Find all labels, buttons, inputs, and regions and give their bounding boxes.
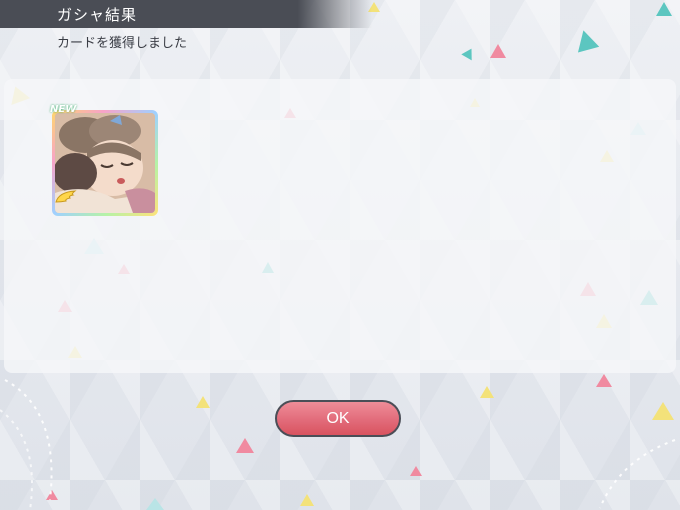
confetti-triangle <box>490 44 506 58</box>
confetti-triangle <box>480 386 494 398</box>
confetti-triangle <box>300 494 314 506</box>
sparkle-arc-left <box>0 379 53 510</box>
page-title: ガシャ結果 <box>57 6 138 24</box>
confetti-triangle <box>410 466 422 476</box>
confetti-triangle <box>656 2 672 16</box>
wing-icon <box>55 190 77 203</box>
new-badge: NEW <box>50 104 77 115</box>
header-bar <box>0 0 372 28</box>
confetti-triangle <box>236 438 254 453</box>
confetti-triangle <box>596 374 612 387</box>
page-subtitle: カードを獲得しました <box>57 36 188 51</box>
sparkle-arc-right <box>599 439 676 509</box>
confetti-triangle <box>146 498 164 510</box>
ok-button-label: OK <box>326 409 350 427</box>
confetti-triangle <box>652 402 674 420</box>
ok-button[interactable]: OK <box>275 400 401 437</box>
confetti-triangle <box>196 396 210 408</box>
